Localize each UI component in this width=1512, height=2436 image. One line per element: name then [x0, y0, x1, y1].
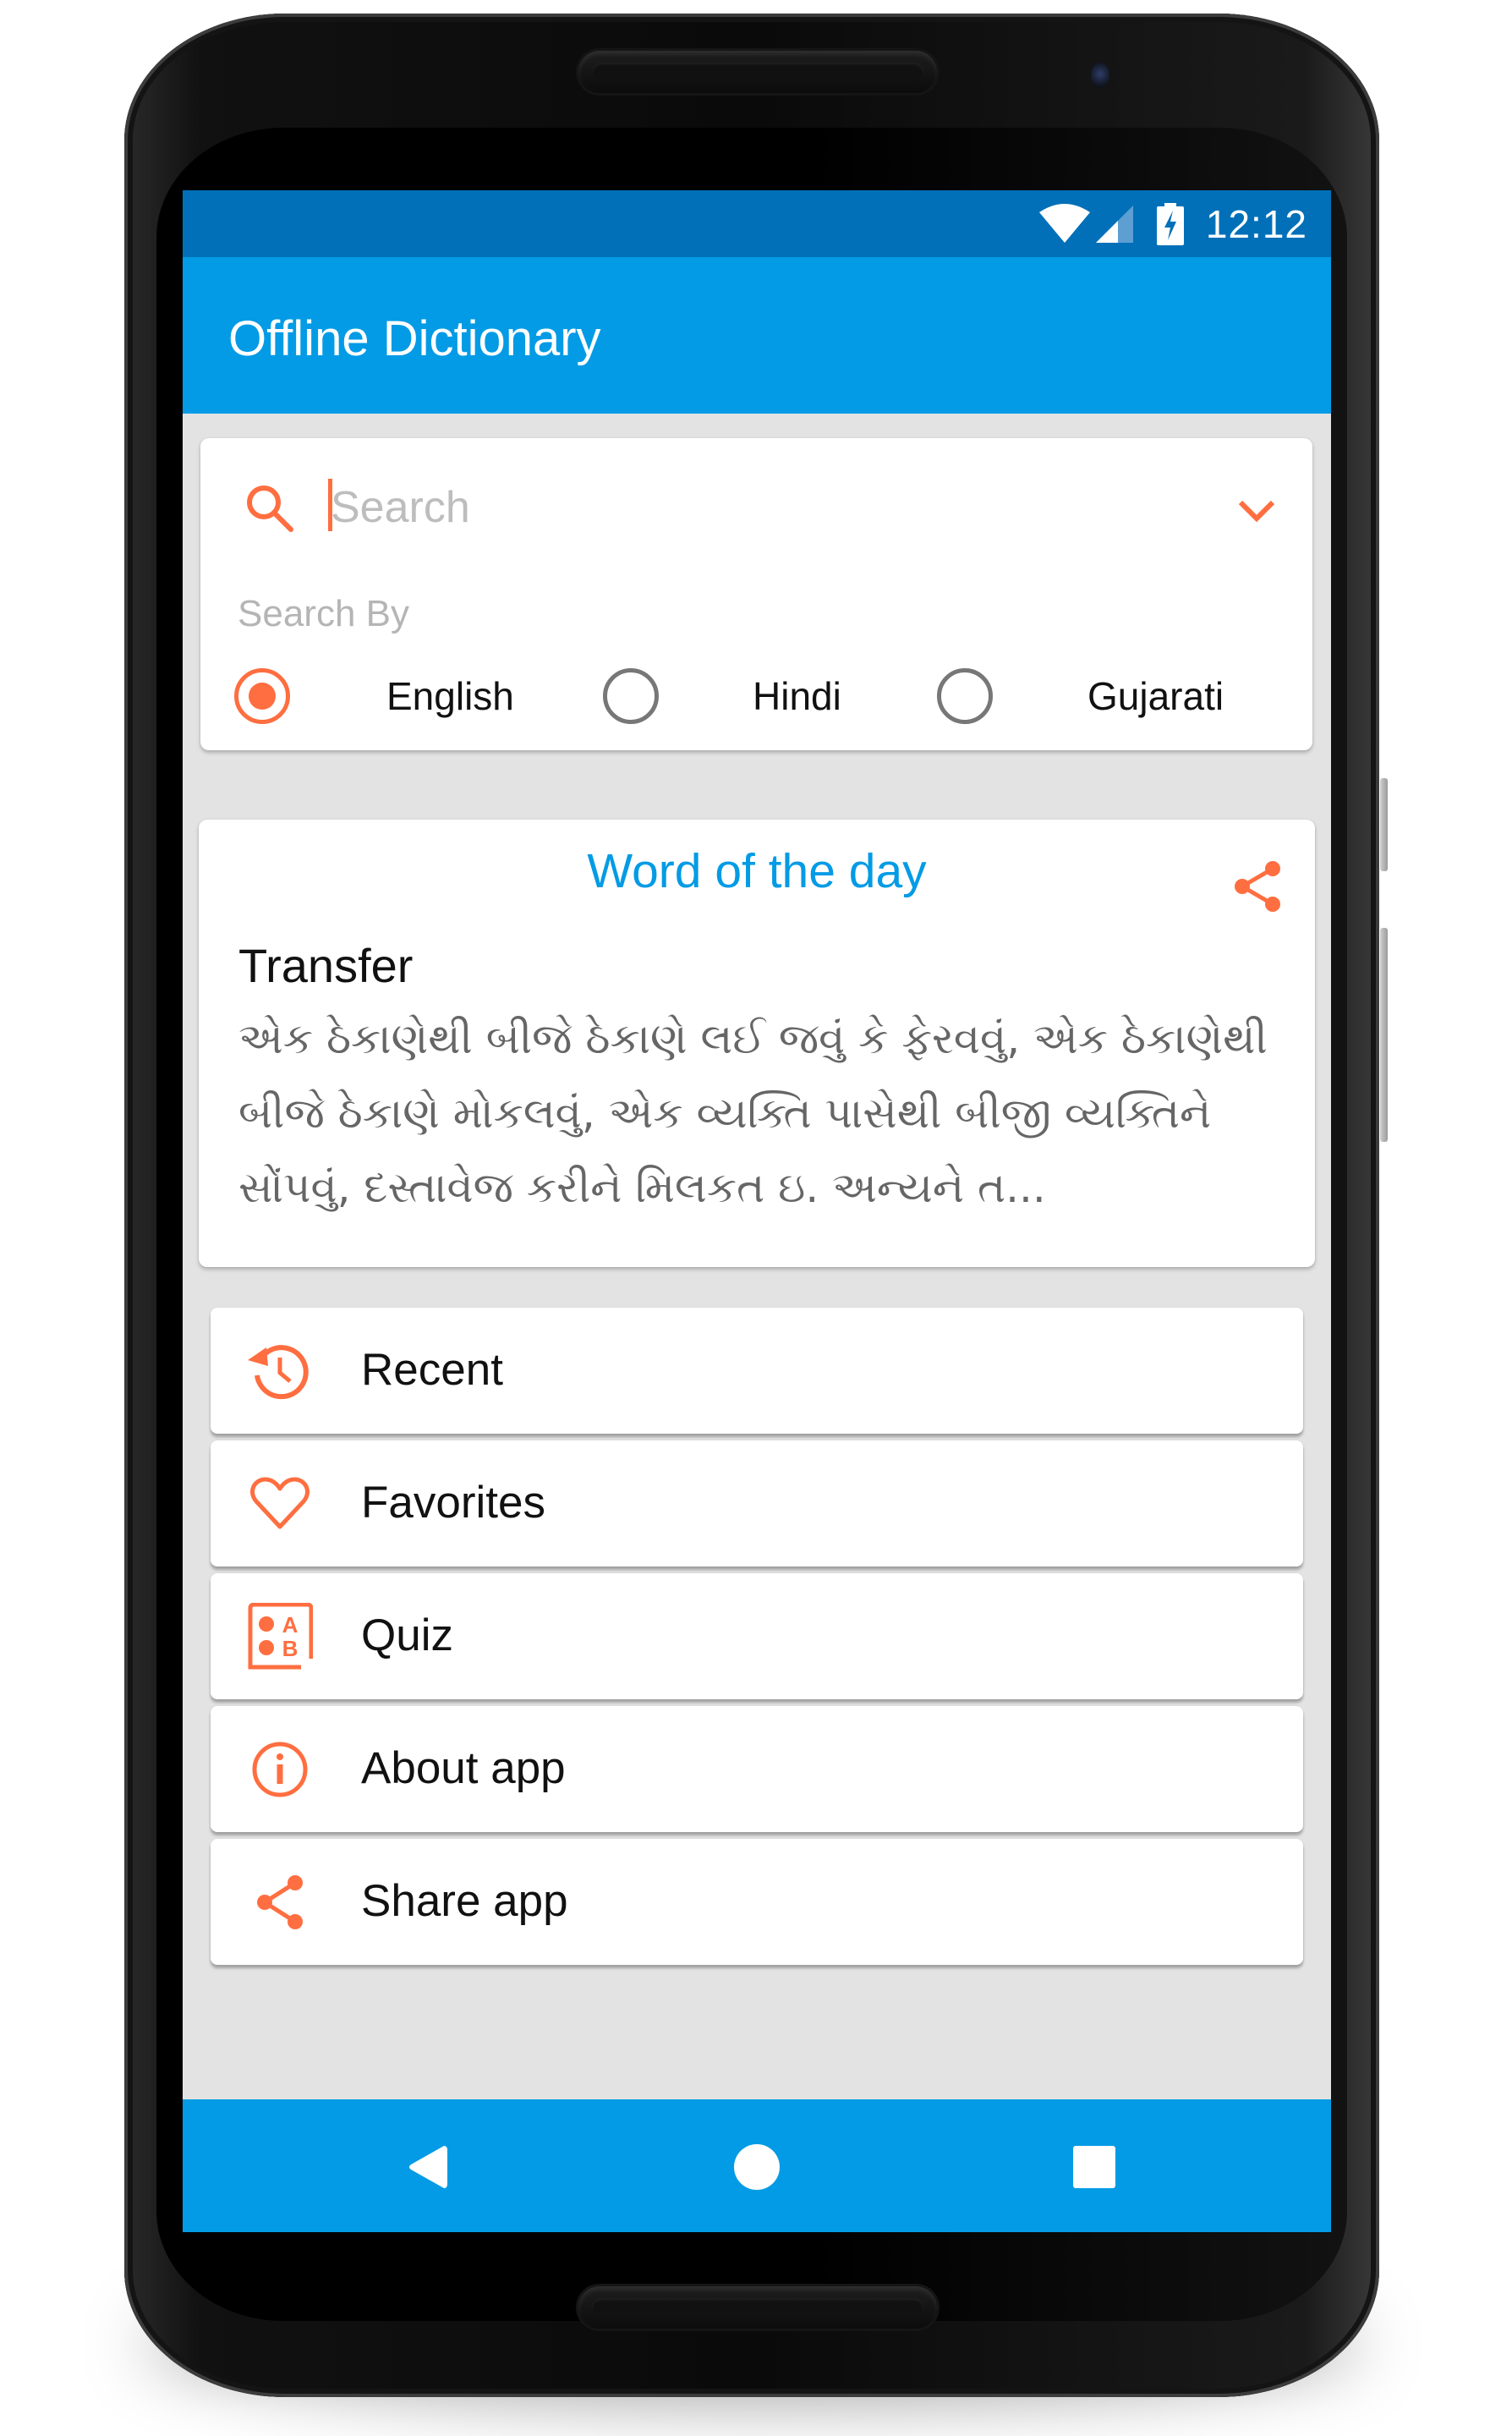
- history-icon: [246, 1337, 314, 1405]
- word-meaning: એક ઠેકાણેથી બીજે ઠેકાણે લઈ જવું કે ફેરવવ…: [238, 1014, 1268, 1212]
- share-icon[interactable]: [1232, 859, 1283, 918]
- phone-screen: 12:12 Offline Dictionary Search By Engli…: [183, 190, 1331, 2232]
- menu-item-share-app[interactable]: Share app: [211, 1839, 1303, 1965]
- radio-button[interactable]: [603, 668, 659, 724]
- search-icon[interactable]: [244, 483, 295, 538]
- power-button[interactable]: [1380, 778, 1388, 871]
- menu-item-favorites[interactable]: Favorites: [211, 1440, 1303, 1566]
- front-camera: [1091, 63, 1109, 88]
- menu-label: Share app: [361, 1876, 568, 1926]
- status-time: 12:12: [1205, 201, 1307, 246]
- home-icon[interactable]: [723, 2135, 791, 2199]
- menu-item-about-app[interactable]: About app: [211, 1706, 1303, 1832]
- word-of-the-day-title: Word of the day: [587, 844, 927, 898]
- quiz-icon: A B: [246, 1603, 314, 1671]
- svg-text:B: B: [282, 1636, 299, 1661]
- word-of-the-day-card[interactable]: Word of the day Transfer એક ઠેકાણેથી બીજ…: [199, 820, 1315, 1267]
- word-term: Transfer: [238, 939, 414, 992]
- chevron-down-icon[interactable]: [1231, 486, 1282, 536]
- app-bar: Offline Dictionary: [183, 257, 1331, 414]
- radio-hindi[interactable]: Hindi: [603, 667, 841, 726]
- radio-label-english: English: [386, 674, 514, 718]
- radio-english[interactable]: English: [234, 667, 514, 726]
- heart-icon: [246, 1470, 314, 1538]
- radio-gujarati[interactable]: Gujarati: [937, 667, 1224, 726]
- status-bar: 12:12: [183, 190, 1331, 257]
- menu-item-recent[interactable]: Recent: [211, 1308, 1303, 1434]
- radio-label-hindi: Hindi: [753, 674, 841, 718]
- svg-text:A: A: [282, 1612, 299, 1638]
- wifi-icon: [1038, 203, 1091, 244]
- radio-button[interactable]: [937, 668, 993, 724]
- bottom-speaker: [578, 2286, 937, 2329]
- app-title: Offline Dictionary: [228, 311, 601, 366]
- volume-button[interactable]: [1380, 928, 1388, 1142]
- share-icon: [246, 1868, 314, 1936]
- search-input[interactable]: [327, 474, 1176, 541]
- battery-charging-icon: [1156, 202, 1184, 245]
- menu-label: Recent: [361, 1345, 503, 1395]
- navigation-bar: [183, 2099, 1331, 2232]
- radio-button-checked[interactable]: [234, 668, 290, 724]
- menu-item-quiz[interactable]: A B Quiz: [211, 1573, 1303, 1699]
- text-cursor: [328, 479, 332, 531]
- radio-label-gujarati: Gujarati: [1087, 674, 1224, 718]
- search-card: Search By English Hindi Gujarati: [200, 438, 1312, 750]
- cell-signal-icon: [1094, 204, 1135, 244]
- recents-icon[interactable]: [1060, 2135, 1128, 2199]
- menu-label: Quiz: [361, 1610, 453, 1660]
- info-icon: [246, 1736, 314, 1803]
- back-icon[interactable]: [394, 2135, 462, 2199]
- status-icons: 12:12: [1038, 190, 1307, 257]
- menu-label: Favorites: [361, 1478, 545, 1528]
- menu-label: About app: [361, 1743, 566, 1793]
- search-by-label: Search By: [238, 593, 409, 634]
- earpiece-speaker: [578, 51, 937, 93]
